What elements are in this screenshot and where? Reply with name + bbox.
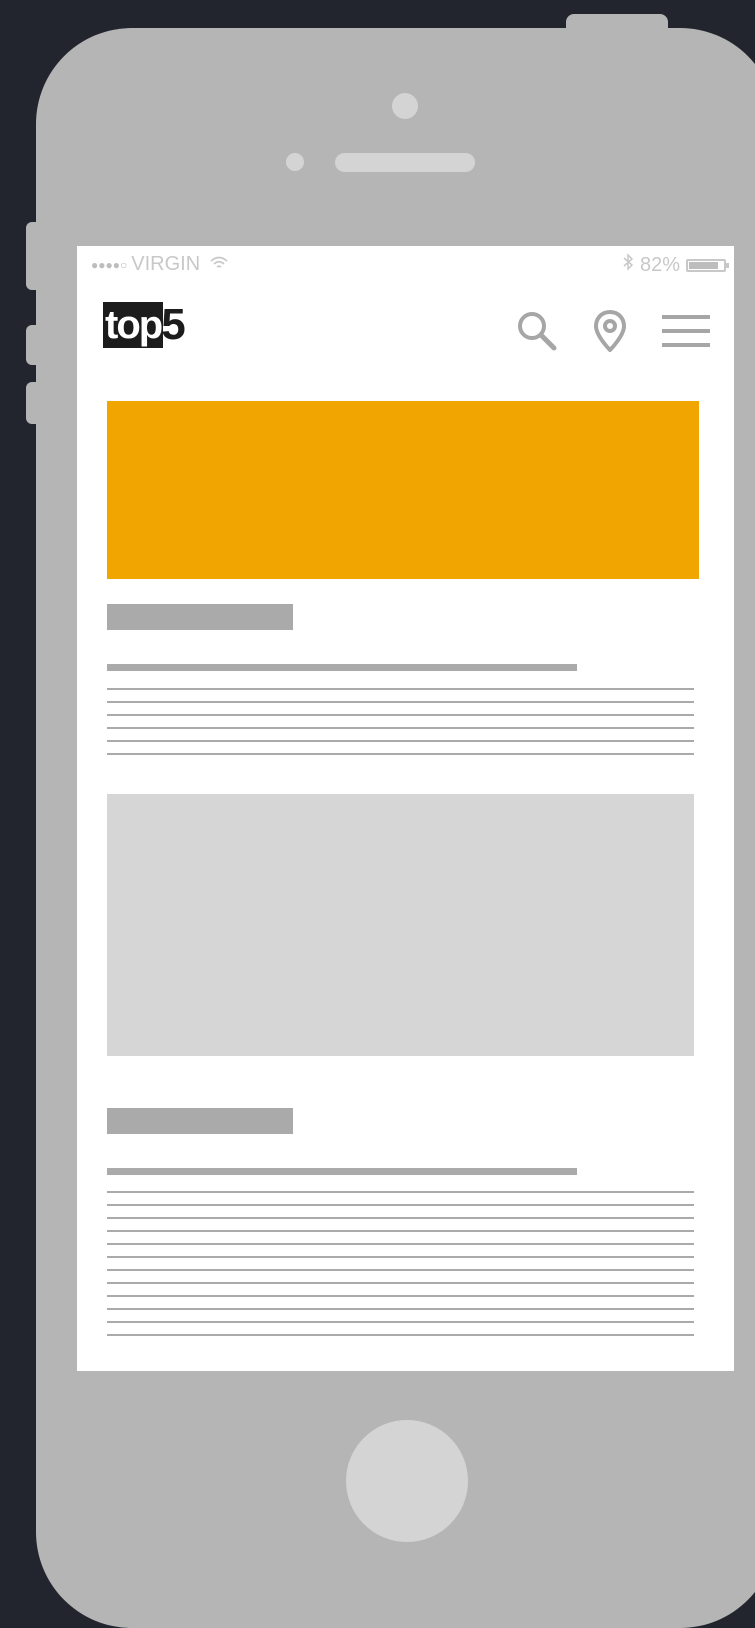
front-camera bbox=[392, 93, 418, 119]
text-line-placeholder bbox=[107, 1269, 694, 1271]
search-icon[interactable] bbox=[516, 310, 558, 352]
text-line-placeholder bbox=[107, 1308, 694, 1310]
status-right: 82% bbox=[622, 253, 729, 277]
text-line-placeholder bbox=[107, 714, 694, 716]
text-line-placeholder bbox=[107, 1256, 694, 1258]
text-line-placeholder bbox=[107, 1321, 694, 1323]
text-line-placeholder bbox=[107, 1282, 694, 1284]
carrier-info: ●●●●○ VIRGIN bbox=[91, 253, 228, 276]
text-line-placeholder bbox=[107, 740, 694, 742]
text-line-placeholder bbox=[107, 688, 694, 690]
text-line-placeholder bbox=[107, 1230, 694, 1232]
section-subtitle-placeholder bbox=[107, 1168, 577, 1175]
home-button[interactable] bbox=[346, 1420, 468, 1542]
carrier-name: VIRGIN bbox=[131, 253, 201, 275]
battery-icon bbox=[686, 258, 729, 272]
location-pin-icon[interactable] bbox=[594, 310, 626, 352]
signal-strength: ●●●●○ bbox=[91, 257, 128, 272]
status-bar: ●●●●○ VIRGIN 82% bbox=[77, 246, 734, 280]
proximity-sensor bbox=[286, 153, 304, 171]
text-line-placeholder bbox=[107, 701, 694, 703]
section-title-placeholder bbox=[107, 1108, 293, 1134]
wifi-icon bbox=[210, 254, 228, 275]
section-subtitle-placeholder bbox=[107, 664, 577, 671]
image-placeholder[interactable] bbox=[107, 794, 694, 1056]
section-title-placeholder bbox=[107, 604, 293, 630]
battery-percent: 82% bbox=[639, 253, 680, 276]
hero-banner[interactable] bbox=[107, 401, 699, 579]
top5-logo[interactable]: top 5 bbox=[103, 298, 186, 352]
text-line-placeholder bbox=[107, 1217, 694, 1219]
phone-screen: ●●●●○ VIRGIN 82% top 5 bbox=[77, 246, 734, 1371]
text-line-placeholder bbox=[107, 753, 694, 755]
text-line-placeholder bbox=[107, 1191, 694, 1193]
text-line-placeholder bbox=[107, 1334, 694, 1336]
header-actions bbox=[516, 310, 710, 352]
text-line-placeholder bbox=[107, 1204, 694, 1206]
text-line-placeholder bbox=[107, 1295, 694, 1297]
hamburger-menu-icon[interactable] bbox=[662, 313, 710, 349]
text-line-placeholder bbox=[107, 727, 694, 729]
bluetooth-icon bbox=[622, 253, 634, 277]
earpiece-speaker bbox=[335, 153, 475, 172]
logo-text: top bbox=[103, 302, 163, 348]
logo-number: 5 bbox=[161, 300, 186, 349]
text-line-placeholder bbox=[107, 1243, 694, 1245]
